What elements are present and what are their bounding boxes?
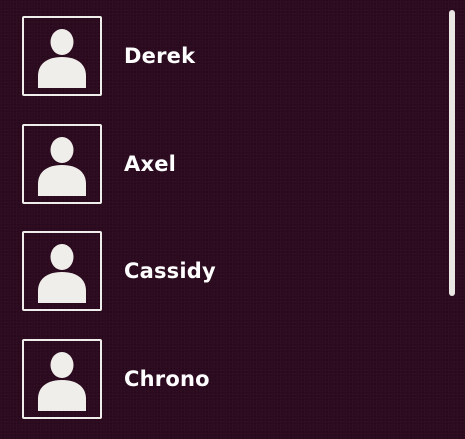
scrollbar[interactable] [449,10,455,296]
user-name: Chrono [124,367,210,391]
avatar [22,16,102,96]
user-name: Axel [124,152,177,176]
avatar [22,339,102,419]
default-user-icon [38,137,86,196]
user-row-chrono[interactable]: Chrono [0,339,440,439]
default-user-icon [38,352,86,411]
default-user-icon [38,244,86,303]
user-row-axel[interactable]: Axel [0,124,440,224]
user-list: Derek Axel Cassidy Chrono [0,0,440,435]
default-user-icon [38,29,86,88]
avatar [22,231,102,311]
avatar [22,124,102,204]
user-name: Derek [124,44,196,68]
user-row-derek[interactable]: Derek [0,16,440,116]
user-row-cassidy[interactable]: Cassidy [0,231,440,331]
user-name: Cassidy [124,259,216,283]
